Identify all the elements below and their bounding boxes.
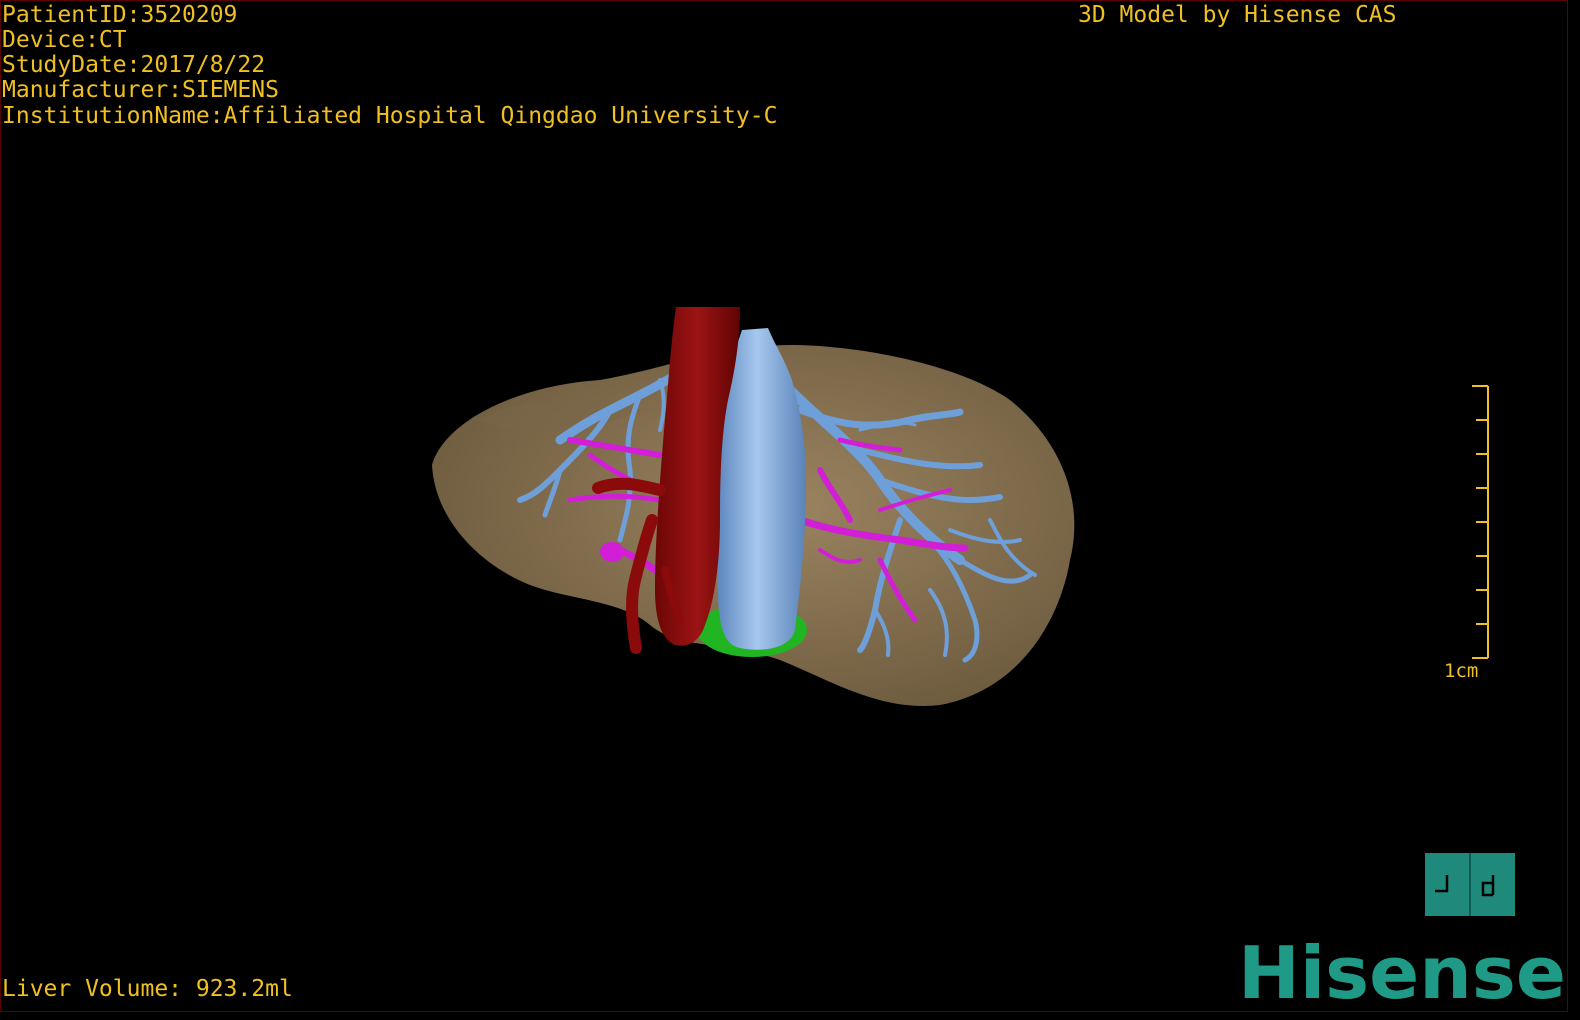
scale-ruler	[1472, 385, 1489, 659]
study-date-label: StudyDate:2017/8/22	[2, 52, 266, 78]
model-credit-label: 3D Model by Hisense CAS	[1078, 2, 1397, 28]
liver-volume-label: Liver Volume: 923.2ml	[2, 976, 293, 1002]
hepatic-artery-node	[600, 542, 624, 562]
svg-text:Hisense: Hisense	[1238, 938, 1566, 1004]
device-label: Device:CT	[2, 27, 127, 53]
institution-label: InstitutionName:Affiliated Hospital Qing…	[2, 103, 778, 129]
3d-viewport[interactable]	[0, 0, 1568, 1012]
scale-label: 1cm	[1444, 660, 1479, 682]
orientation-cube[interactable]	[1425, 853, 1515, 916]
patient-id-label: PatientID:3520209	[2, 2, 238, 28]
orientation-marker-icon	[1435, 853, 1495, 916]
hisense-logo: Hisense	[1238, 938, 1566, 1004]
manufacturer-label: Manufacturer:SIEMENS	[2, 77, 279, 103]
